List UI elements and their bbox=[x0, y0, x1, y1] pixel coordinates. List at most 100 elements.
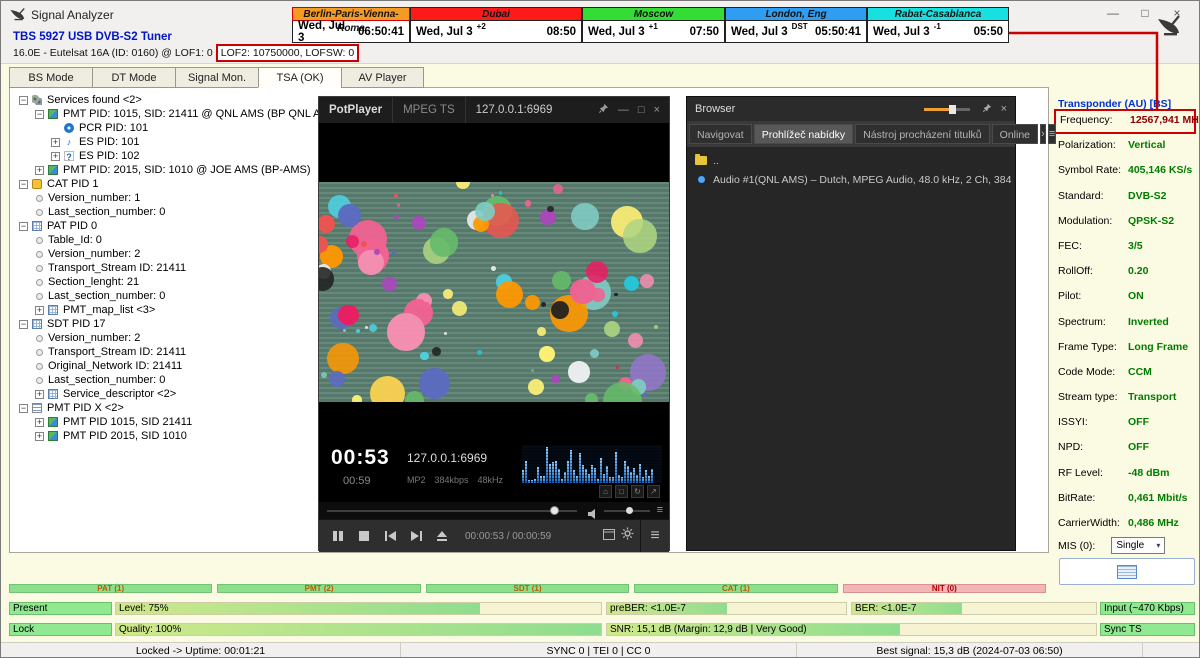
video-bubble bbox=[491, 266, 496, 271]
transponder-param-value: 0.20 bbox=[1128, 265, 1148, 277]
tab-dt-mode[interactable]: DT Mode bbox=[92, 67, 175, 88]
browser-menu-icon[interactable]: ≡ bbox=[1048, 124, 1056, 144]
tab-tsa-ok-[interactable]: TSA (OK) bbox=[258, 67, 341, 88]
tree-node[interactable]: −SDT PID 17 bbox=[17, 317, 313, 331]
home-icon[interactable]: ⌂ bbox=[599, 485, 612, 498]
tree-node[interactable]: − PAT PID 0 bbox=[17, 219, 313, 233]
browser-list-item[interactable]: Audio #1(QNL AMS) – Dutch, MPEG Audio, 4… bbox=[687, 170, 1015, 189]
collapse-minus-icon[interactable]: − bbox=[19, 404, 28, 413]
spectrum-bar bbox=[627, 466, 629, 483]
browser-titlebar[interactable]: Browser × bbox=[687, 97, 1015, 121]
expand-plus-icon[interactable]: + bbox=[35, 418, 44, 427]
seek-slider[interactable] bbox=[327, 510, 577, 512]
tree-node[interactable]: Original_Network ID: 21411 bbox=[17, 359, 313, 373]
previous-button[interactable] bbox=[377, 523, 403, 549]
tree-node[interactable]: −Services found <2> bbox=[17, 93, 313, 107]
tree-node[interactable]: +Service_descriptor <2> bbox=[17, 387, 313, 401]
browser-close-icon[interactable]: × bbox=[1001, 103, 1007, 115]
expand-plus-icon[interactable]: + bbox=[35, 166, 44, 175]
transponder-row: NPD:OFF bbox=[1054, 436, 1196, 461]
repeat-icon[interactable]: ↻ bbox=[631, 485, 644, 498]
statusbar-cell: Locked -> Uptime: 00:01:21 bbox=[1, 643, 401, 658]
stop-button[interactable] bbox=[351, 523, 377, 549]
browser-tab[interactable]: Navigovat bbox=[689, 124, 752, 144]
browser-scroll-right-icon[interactable]: › bbox=[1040, 124, 1046, 144]
expand-plus-icon[interactable]: + bbox=[51, 152, 60, 161]
tree-node[interactable]: −PMT PID: 1015, SID: 21411 @ QNL AMS (BP… bbox=[17, 107, 313, 121]
tree-node[interactable]: +PMT PID 1015, SID 21411 bbox=[17, 415, 313, 429]
tree-node[interactable]: Version_number: 1 bbox=[17, 191, 313, 205]
transponder-action-button[interactable] bbox=[1059, 558, 1195, 585]
tree-node[interactable]: −PMT PID X <2> bbox=[17, 401, 313, 415]
dot-icon bbox=[36, 363, 43, 370]
browser-list-item[interactable]: .. bbox=[687, 151, 1015, 170]
player-maximize-icon[interactable]: □ bbox=[638, 104, 645, 116]
next-button[interactable] bbox=[403, 523, 429, 549]
pin-icon[interactable] bbox=[598, 103, 609, 117]
minimize-icon[interactable]: — bbox=[1097, 3, 1129, 23]
browser-tab[interactable]: Online bbox=[992, 124, 1038, 144]
transponder-row: CarrierWidth:0,486 MHz bbox=[1054, 512, 1196, 537]
browser-tab[interactable]: Nástroj procházení titulků bbox=[855, 124, 989, 144]
window-icon[interactable]: □ bbox=[615, 485, 628, 498]
transponder-param-label: Modulation: bbox=[1058, 215, 1128, 227]
expand-plus-icon[interactable]: + bbox=[35, 390, 44, 399]
tree-node[interactable]: Last_section_number: 0 bbox=[17, 373, 313, 387]
mode-tabs: BS ModeDT ModeSignal Mon.TSA (OK)AV Play… bbox=[9, 67, 424, 88]
tree-node[interactable]: Transport_Stream ID: 21411 bbox=[17, 261, 313, 275]
tab-bs-mode[interactable]: BS Mode bbox=[9, 67, 92, 88]
tree-node[interactable]: Transport_Stream ID: 21411 bbox=[17, 345, 313, 359]
transponder-param-value: Transport bbox=[1128, 391, 1176, 403]
browser-pin-icon[interactable] bbox=[982, 103, 992, 116]
seek-handle[interactable] bbox=[550, 506, 559, 515]
tree-node[interactable]: +PMT PID: 2015, SID: 1010 @ JOE AMS (BP-… bbox=[17, 163, 313, 177]
playlist-handle-icon[interactable]: ≡ bbox=[657, 504, 663, 516]
video-area[interactable] bbox=[319, 123, 669, 442]
tree-node[interactable]: Version_number: 2 bbox=[17, 331, 313, 345]
tree-node[interactable]: +?ES PID: 102 bbox=[17, 149, 313, 163]
volume-slider[interactable] bbox=[604, 510, 650, 512]
player-titlebar[interactable]: PotPlayer MPEG TS 127.0.0.1:6969 — □ × bbox=[319, 97, 669, 123]
volume-handle[interactable] bbox=[626, 507, 633, 514]
collapse-minus-icon[interactable]: − bbox=[19, 96, 28, 105]
folder-icon bbox=[695, 156, 707, 165]
tree-node[interactable]: Last_section_number: 0 bbox=[17, 205, 313, 219]
pause-button[interactable] bbox=[325, 523, 351, 549]
tree-node-label: Last_section_number: 0 bbox=[48, 290, 165, 302]
mis-dropdown[interactable]: Single ▾ bbox=[1111, 537, 1165, 554]
settings-gear-icon[interactable] bbox=[621, 527, 634, 545]
open-eject-button[interactable] bbox=[429, 523, 455, 549]
tree-node[interactable]: +♪ES PID: 101 bbox=[17, 135, 313, 149]
collapse-minus-icon[interactable]: − bbox=[19, 180, 28, 189]
expand-plus-icon[interactable]: + bbox=[51, 138, 60, 147]
collapse-minus-icon[interactable]: − bbox=[19, 320, 28, 329]
expand-plus-icon[interactable]: + bbox=[35, 306, 44, 315]
opacity-slider[interactable] bbox=[924, 108, 970, 111]
browser-tab[interactable]: Prohlížeč nabídky bbox=[754, 124, 853, 144]
browser-panel-icon[interactable] bbox=[603, 527, 615, 545]
tree-node[interactable]: +PMT_map_list <3> bbox=[17, 303, 313, 317]
tree-node[interactable]: Last_section_number: 0 bbox=[17, 289, 313, 303]
tree-node[interactable]: Version_number: 2 bbox=[17, 247, 313, 261]
player-menu-icon[interactable]: ≡ bbox=[640, 520, 669, 552]
tab-signal-mon-[interactable]: Signal Mon. bbox=[175, 67, 258, 88]
player-minimize-icon[interactable]: — bbox=[618, 104, 629, 116]
video-bubble bbox=[392, 251, 396, 255]
tree-node-label: PAT PID 0 bbox=[47, 220, 97, 232]
expand-plus-icon[interactable]: + bbox=[35, 432, 44, 441]
player-close-icon[interactable]: × bbox=[654, 104, 660, 116]
expand-icon[interactable]: ↗ bbox=[647, 485, 660, 498]
clock-offset: -1 bbox=[934, 22, 941, 31]
tree-node[interactable]: Section_lenght: 21 bbox=[17, 275, 313, 289]
collapse-minus-icon[interactable]: − bbox=[19, 222, 28, 231]
meter-label: BER: <1.0E-7 bbox=[855, 603, 916, 614]
clock-city-header: Rabat-Casablanca bbox=[867, 7, 1009, 21]
tree-node[interactable]: PCR PID: 101 bbox=[17, 121, 313, 135]
opacity-slider-handle[interactable] bbox=[949, 105, 956, 114]
osd-codec-info: MP2 384kbps 48kHz bbox=[407, 475, 503, 485]
tree-node[interactable]: −CAT PID 1 bbox=[17, 177, 313, 191]
collapse-minus-icon[interactable]: − bbox=[35, 110, 44, 119]
tab-av-player[interactable]: AV Player bbox=[341, 67, 424, 88]
tree-node[interactable]: +PMT PID 2015, SID 1010 bbox=[17, 429, 313, 443]
tree-node[interactable]: Table_Id: 0 bbox=[17, 233, 313, 247]
